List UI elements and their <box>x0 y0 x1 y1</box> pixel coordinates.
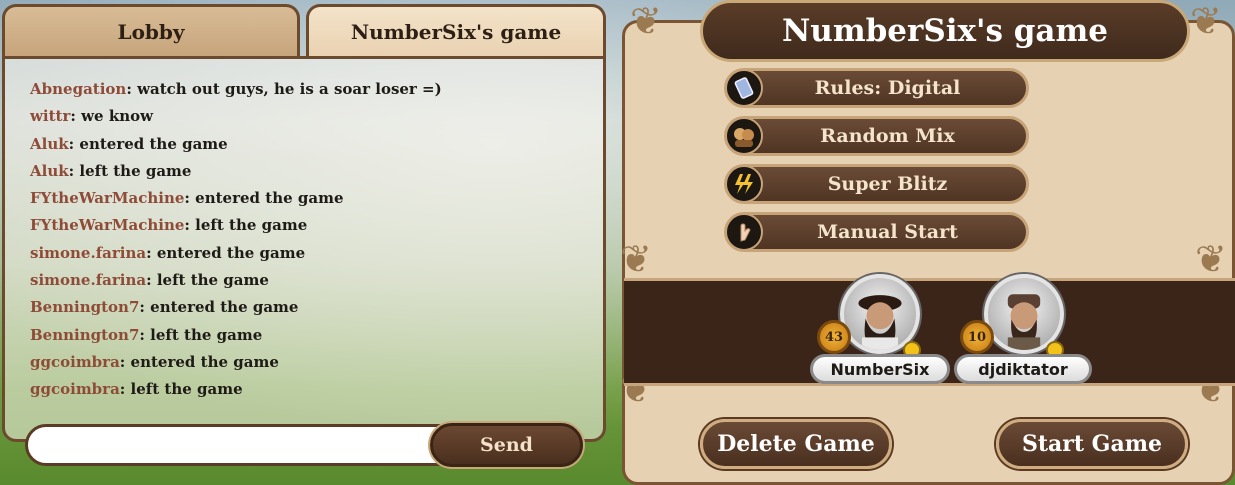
tab-numbersix-game[interactable]: NumberSix's game <box>306 4 606 56</box>
tablet-icon <box>725 69 763 107</box>
option-label: Rules: Digital <box>814 77 961 99</box>
chat-message: Aluk: entered the game <box>30 131 590 158</box>
ornament-icon: ❦ <box>620 237 652 281</box>
hand-icon <box>725 213 763 251</box>
heroes-portrait-icon <box>725 117 763 155</box>
option-speed[interactable]: Super Blitz <box>724 164 1029 204</box>
player-level-badge: 43 <box>817 320 851 354</box>
chat-message: wittr: we know <box>30 103 590 130</box>
player-level-badge: 10 <box>960 320 994 354</box>
chat-username[interactable]: simone.farina <box>30 244 146 262</box>
chat-text: : entered the game <box>139 298 299 317</box>
chat-username[interactable]: Aluk <box>30 135 69 153</box>
chat-username[interactable]: Abnegation <box>30 80 126 98</box>
chat-username[interactable]: simone.farina <box>30 271 146 289</box>
chat-text: : left the game <box>119 380 243 399</box>
option-mix[interactable]: Random Mix <box>724 116 1029 156</box>
game-title: NumberSix's game <box>700 0 1190 62</box>
chat-text: : entered the game <box>184 189 344 208</box>
chat-text: : entered the game <box>68 134 228 153</box>
chat-log: Abnegation: watch out guys, he is a soar… <box>30 76 590 404</box>
chat-text: : entered the game <box>146 243 306 262</box>
option-start-mode[interactable]: Manual Start <box>724 212 1029 252</box>
chat-username[interactable]: FYtheWarMachine <box>30 216 184 234</box>
chat-username[interactable]: Aluk <box>30 162 69 180</box>
ornament-icon: ❦ <box>1195 237 1227 281</box>
chat-message: ggcoimbra: entered the game <box>30 349 590 376</box>
chat-message: ggcoimbra: left the game <box>30 376 590 403</box>
chat-username[interactable]: Bennington7 <box>30 326 139 344</box>
start-game-button[interactable]: Start Game <box>996 419 1188 469</box>
chat-message: Aluk: left the game <box>30 158 590 185</box>
send-button[interactable]: Send <box>430 423 583 467</box>
option-label: Random Mix <box>820 125 955 147</box>
chat-message: FYtheWarMachine: left the game <box>30 212 590 239</box>
chat-text: : left the game <box>146 271 269 290</box>
chat-text: : we know <box>70 107 154 126</box>
chat-username[interactable]: Bennington7 <box>30 298 139 316</box>
chat-message: Abnegation: watch out guys, he is a soar… <box>30 76 590 103</box>
lightning-icon <box>725 165 763 203</box>
chat-text: : watch out guys, he is a soar loser =) <box>126 80 442 98</box>
chat-username[interactable]: ggcoimbra <box>30 380 120 398</box>
chat-username[interactable]: FYtheWarMachine <box>30 189 184 207</box>
chat-message: Bennington7: entered the game <box>30 294 590 321</box>
tab-lobby[interactable]: Lobby <box>2 4 300 56</box>
chat-message: simone.farina: entered the game <box>30 240 590 267</box>
ornament-icon: ❦ <box>630 0 662 43</box>
chat-message: Bennington7: left the game <box>30 322 590 349</box>
chat-message: FYtheWarMachine: entered the game <box>30 185 590 212</box>
player-name: NumberSix <box>810 354 950 384</box>
delete-game-button[interactable]: Delete Game <box>700 419 892 469</box>
chat-text: : entered the game <box>119 352 279 371</box>
option-rules[interactable]: Rules: Digital <box>724 68 1029 108</box>
chat-text: : left the game <box>68 161 192 180</box>
chat-username[interactable]: wittr <box>30 107 70 125</box>
option-label: Super Blitz <box>827 173 948 195</box>
option-label: Manual Start <box>817 221 958 243</box>
ornament-icon: ❦ <box>1190 0 1222 43</box>
chat-message: simone.farina: left the game <box>30 267 590 294</box>
chat-text: : left the game <box>139 325 263 344</box>
chat-input[interactable] <box>25 424 455 466</box>
chat-text: : left the game <box>184 216 308 235</box>
player-name: djdiktator <box>954 354 1092 384</box>
chat-username[interactable]: ggcoimbra <box>30 353 120 371</box>
